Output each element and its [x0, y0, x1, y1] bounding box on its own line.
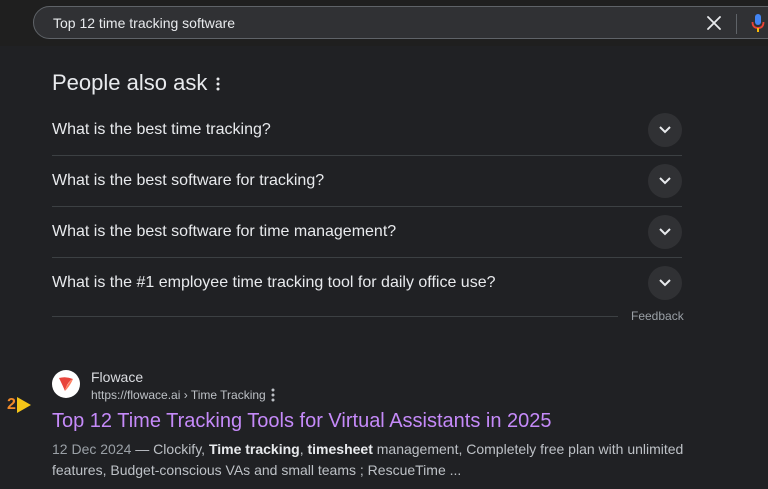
search-divider [736, 14, 737, 34]
result-marker: 2 [7, 396, 31, 414]
snippet-text: — Clockify, [131, 441, 209, 457]
section-title: People also ask [52, 70, 208, 95]
top-search-bar: Top 12 time tracking software [0, 0, 768, 46]
flowace-logo-icon[interactable] [52, 370, 80, 398]
search-input[interactable]: Top 12 time tracking software [53, 15, 235, 31]
question-text: What is the best time tracking? [52, 121, 271, 138]
chevron-down-icon[interactable] [648, 113, 682, 147]
arrow-right-icon [16, 397, 31, 413]
snippet-highlight: Time tracking [208, 441, 300, 457]
snippet-highlight: timesheet [307, 441, 373, 457]
snippet-date: 12 Dec 2024 [52, 441, 132, 457]
site-url[interactable]: https://flowace.ai › Time Tracking [91, 388, 266, 402]
result-snippet: 12 Dec 2024 — Clockify, Time tracking, t… [52, 439, 692, 481]
chevron-down-icon[interactable] [648, 215, 682, 249]
feedback-link[interactable]: Feedback [631, 309, 684, 323]
site-name[interactable]: Flowace [91, 369, 143, 385]
snippet-text: , [299, 441, 308, 457]
question-item[interactable]: What is the #1 employee time tracking to… [52, 258, 682, 309]
close-icon[interactable] [702, 11, 726, 35]
more-vert-icon[interactable] [266, 386, 280, 404]
section-divider [52, 316, 618, 317]
question-item[interactable]: What is the best time tracking? [52, 105, 682, 156]
question-text: What is the best software for tracking? [52, 172, 325, 189]
question-item[interactable]: What is the best software for tracking? [52, 156, 682, 207]
result-title-link[interactable]: Top 12 Time Tracking Tools for Virtual A… [52, 410, 552, 433]
more-vert-icon[interactable] [210, 74, 226, 94]
question-text: What is the #1 employee time tracking to… [52, 274, 496, 291]
chevron-down-icon[interactable] [648, 266, 682, 300]
question-item[interactable]: What is the best software for time manag… [52, 207, 682, 258]
microphone-icon[interactable] [748, 11, 768, 35]
marker-number: 2 [7, 396, 16, 413]
search-box[interactable]: Top 12 time tracking software [33, 6, 768, 39]
question-text: What is the best software for time manag… [52, 223, 397, 240]
chevron-down-icon[interactable] [648, 164, 682, 198]
